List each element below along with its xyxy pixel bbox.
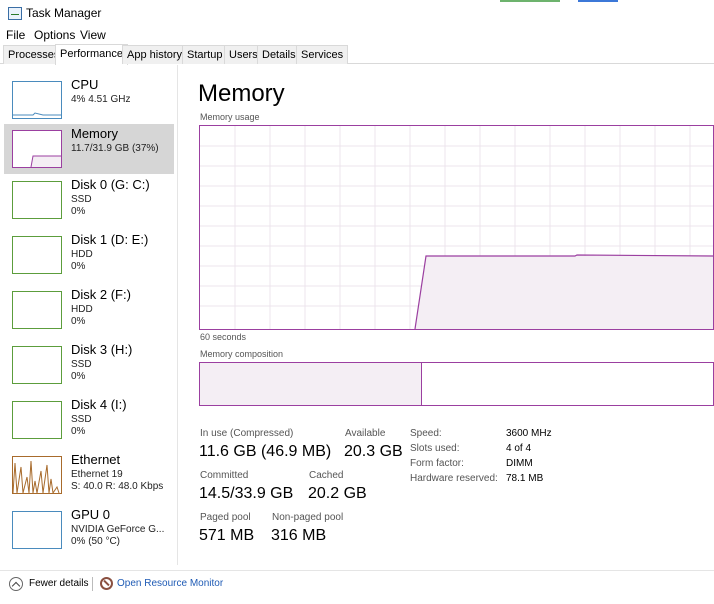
memory-usage-label: Memory usage [200, 112, 260, 122]
cpu-thumbnail-graph [12, 81, 62, 119]
page-title: Memory [198, 80, 285, 107]
ethernet-thumbnail-graph [12, 456, 62, 494]
title-bar-accent [500, 0, 560, 2]
sidebar-item-detail: HDD [71, 249, 93, 260]
sidebar-item-detail: SSD [71, 194, 92, 205]
tab-startup[interactable]: Startup [182, 45, 228, 64]
gpu-thumbnail-graph [12, 511, 62, 549]
paged-pool-value: 571 MB [199, 527, 255, 544]
chevron-up-circle-icon[interactable] [9, 577, 23, 591]
sidebar-item-usage: 0% [71, 426, 86, 437]
hardware-reserved-label: Hardware reserved: [410, 473, 498, 484]
sidebar-item-cpu[interactable]: CPU 4% 4.51 GHz [4, 75, 174, 125]
tab-bar: Processes Performance App history Startu… [0, 44, 714, 65]
committed-value: 14.5/33.9 GB [199, 485, 294, 502]
sidebar-item-usage: 0% (50 °C) [71, 536, 121, 547]
sidebar-item-detail: Ethernet 19 [71, 469, 123, 480]
in-use-value: 11.6 GB (46.9 MB) [199, 443, 332, 460]
sidebar-item-label: Disk 1 (D: E:) [71, 232, 149, 247]
sidebar-item-disk-1[interactable]: Disk 1 (D: E:) HDD 0% [4, 230, 174, 280]
title-bar: Task Manager [0, 0, 714, 26]
sidebar-item-label: Disk 3 (H:) [71, 342, 133, 357]
memory-usage-svg [200, 126, 713, 329]
menu-view[interactable]: View [80, 28, 106, 42]
tab-app-history[interactable]: App history [122, 45, 188, 64]
fewer-details-link[interactable]: Fewer details [29, 578, 88, 589]
committed-label: Committed [200, 470, 249, 481]
disk-thumbnail-graph [12, 181, 62, 219]
disk-thumbnail-graph [12, 346, 62, 384]
tab-details[interactable]: Details [257, 45, 301, 64]
non-paged-pool-label: Non-paged pool [272, 512, 344, 523]
time-range-label: 60 seconds [200, 332, 247, 342]
sidebar-item-label: Ethernet [71, 452, 121, 467]
in-use-label: In use (Compressed) [200, 428, 294, 439]
paged-pool-label: Paged pool [200, 512, 251, 523]
memory-usage-graph [199, 125, 714, 330]
task-manager-icon [8, 7, 22, 20]
sidebar-item-disk-4[interactable]: Disk 4 (I:) SSD 0% [4, 395, 174, 445]
tab-performance[interactable]: Performance [55, 44, 128, 65]
menu-file[interactable]: File [6, 28, 25, 42]
slots-used-label: Slots used: [410, 443, 460, 454]
cached-value: 20.2 GB [308, 485, 367, 502]
sidebar-item-usage: 0% [71, 371, 86, 382]
memory-composition-label: Memory composition [200, 349, 284, 359]
performance-sidebar: CPU 4% 4.51 GHz Memory 11.7/31.9 GB (37%… [0, 65, 178, 565]
window-title: Task Manager [26, 6, 102, 20]
footer-bar: Fewer details Open Resource Monitor [0, 570, 714, 604]
sidebar-item-detail: 4% 4.51 GHz [71, 94, 131, 105]
open-resource-monitor-link[interactable]: Open Resource Monitor [117, 578, 223, 589]
sidebar-item-throughput: S: 40.0 R: 48.0 Kbps [71, 481, 164, 492]
memory-thumbnail-graph [12, 130, 62, 168]
sidebar-item-detail: HDD [71, 304, 93, 315]
available-value: 20.3 GB [344, 443, 403, 460]
footer-divider [92, 577, 93, 591]
sidebar-item-detail: 11.7/31.9 GB (37%) [71, 143, 159, 154]
sidebar-item-label: CPU [71, 77, 99, 92]
sidebar-item-ethernet[interactable]: Ethernet Ethernet 19 S: 40.0 R: 48.0 Kbp… [4, 450, 174, 500]
title-bar-accent-2 [578, 0, 618, 2]
sidebar-item-detail: NVIDIA GeForce G... [71, 524, 165, 535]
hardware-reserved-value: 78.1 MB [506, 473, 544, 484]
sidebar-item-disk-0[interactable]: Disk 0 (G: C:) SSD 0% [4, 175, 174, 225]
disk-thumbnail-graph [12, 401, 62, 439]
disk-thumbnail-graph [12, 291, 62, 329]
speed-value: 3600 MHz [506, 428, 552, 439]
disk-thumbnail-graph [12, 236, 62, 274]
sidebar-item-label: Disk 2 (F:) [71, 287, 131, 302]
sidebar-item-usage: 0% [71, 206, 86, 217]
speed-label: Speed: [410, 428, 442, 439]
sidebar-item-disk-3[interactable]: Disk 3 (H:) SSD 0% [4, 340, 174, 390]
sidebar-item-label: Disk 0 (G: C:) [71, 177, 150, 192]
sidebar-item-usage: 0% [71, 261, 86, 272]
sidebar-item-label: GPU 0 [71, 507, 111, 522]
memory-composition-bar [199, 362, 714, 406]
menu-bar: File Options View [0, 26, 714, 44]
sidebar-item-memory[interactable]: Memory 11.7/31.9 GB (37%) [4, 124, 174, 174]
sidebar-item-disk-2[interactable]: Disk 2 (F:) HDD 0% [4, 285, 174, 335]
sidebar-item-detail: SSD [71, 359, 92, 370]
available-label: Available [345, 428, 386, 439]
form-factor-label: Form factor: [410, 458, 464, 469]
sidebar-item-detail: SSD [71, 414, 92, 425]
sidebar-item-usage: 0% [71, 316, 86, 327]
sidebar-item-label: Disk 4 (I:) [71, 397, 127, 412]
resource-monitor-icon[interactable] [100, 577, 113, 590]
tab-services[interactable]: Services [296, 45, 349, 64]
form-factor-value: DIMM [506, 458, 533, 469]
in-use-segment [200, 363, 422, 405]
slots-used-value: 4 of 4 [506, 443, 532, 454]
cached-label: Cached [309, 470, 344, 481]
sidebar-item-gpu-0[interactable]: GPU 0 NVIDIA GeForce G... 0% (50 °C) [4, 505, 174, 555]
non-paged-pool-value: 316 MB [271, 527, 327, 544]
menu-options[interactable]: Options [34, 28, 75, 42]
sidebar-item-label: Memory [71, 126, 118, 141]
